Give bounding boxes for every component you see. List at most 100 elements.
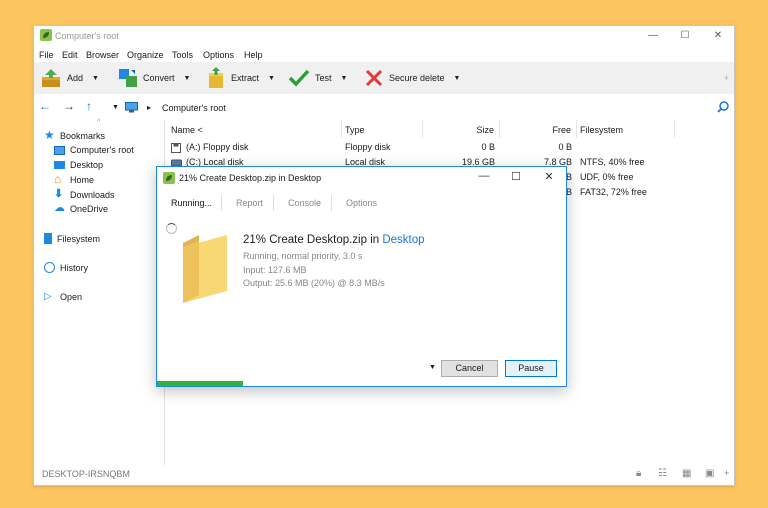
clock-icon xyxy=(44,262,55,273)
convert-dropdown-icon[interactable]: ▼ xyxy=(184,75,191,82)
column-header-name[interactable]: Name < xyxy=(171,120,342,138)
row-free: 0 B xyxy=(558,142,572,152)
tab-divider xyxy=(331,195,332,211)
column-header-filesystem[interactable]: Filesystem xyxy=(580,120,675,138)
history-dropdown-icon[interactable]: ▼ xyxy=(112,104,119,111)
forward-arrow-icon[interactable]: → xyxy=(63,99,75,113)
statusbar-more-icon[interactable]: + xyxy=(724,468,729,478)
row-filesystem: NTFS, 40% free xyxy=(580,157,645,167)
title-bar[interactable]: Computer's root — ☐ ✕ xyxy=(34,26,734,46)
add-button[interactable]: Add ▼ xyxy=(40,66,99,90)
menu-file[interactable]: File xyxy=(39,50,54,60)
sidebar-open[interactable]: ▷ Open xyxy=(44,291,82,302)
operation-input: Input: 127.6 MB xyxy=(243,265,307,275)
status-bar: DESKTOP-IRSNQBM 🔒︎ ☷ ▦ ▣ + xyxy=(34,463,734,485)
add-dropdown-icon[interactable]: ▼ xyxy=(92,75,99,82)
tab-report[interactable]: Report xyxy=(236,198,263,208)
convert-button[interactable]: Convert ▼ xyxy=(118,66,190,90)
table-row[interactable]: (A:) Floppy disk Floppy disk 0 B 0 B xyxy=(165,140,736,155)
progress-bar xyxy=(157,381,243,386)
list-view-icon[interactable]: ▦ xyxy=(682,468,691,479)
column-header-size[interactable]: Size xyxy=(423,120,500,138)
add-archive-icon xyxy=(42,69,60,87)
sidebar-item-desktop[interactable]: Desktop xyxy=(54,160,103,170)
busy-spinner-icon xyxy=(166,223,177,234)
download-icon: ⬇ xyxy=(54,188,64,200)
floppy-disk-icon xyxy=(171,143,181,153)
collapse-chevron-icon[interactable]: ^ xyxy=(97,119,100,126)
test-dropdown-icon[interactable]: ▼ xyxy=(341,75,348,82)
toolbar-more-icon[interactable]: + xyxy=(724,73,729,83)
destination-link[interactable]: Desktop xyxy=(382,234,424,246)
sidebar-item-onedrive[interactable]: ☁ OneDrive xyxy=(54,203,108,214)
sidebar-filesystem[interactable]: Filesystem xyxy=(44,233,100,244)
column-header-type[interactable]: Type xyxy=(345,120,423,138)
menu-options[interactable]: Options xyxy=(203,50,234,60)
sidebar-history[interactable]: History xyxy=(44,262,88,273)
cancel-button[interactable]: Cancel xyxy=(441,360,498,377)
dialog-minimize-icon[interactable]: — xyxy=(477,170,491,182)
extract-dropdown-icon[interactable]: ▼ xyxy=(268,75,275,82)
delete-x-icon xyxy=(365,69,383,87)
search-icon[interactable] xyxy=(717,101,729,113)
secure-delete-dropdown-icon[interactable]: ▼ xyxy=(454,75,461,82)
dialog-options-dropdown-icon[interactable]: ▼ xyxy=(429,364,436,371)
menu-edit[interactable]: Edit xyxy=(62,50,78,60)
sidebar-item-home[interactable]: ⌂ Home xyxy=(54,173,94,185)
sidebar-item-downloads[interactable]: ⬇ Downloads xyxy=(54,189,115,200)
up-arrow-icon[interactable]: ↑ xyxy=(86,99,92,113)
menu-tools[interactable]: Tools xyxy=(172,50,193,60)
path-chevron-icon[interactable]: ▸ xyxy=(147,103,151,112)
operation-status: Running, normal priority, 3.0 s xyxy=(243,251,363,261)
sidebar-item-computers-root[interactable]: Computer's root xyxy=(54,145,134,155)
menu-organize[interactable]: Organize xyxy=(127,50,164,60)
tab-console[interactable]: Console xyxy=(288,198,321,208)
operation-output: Output: 25.6 MB (20%) @ 8.3 MB/s xyxy=(243,278,385,288)
column-header-free[interactable]: Free xyxy=(500,120,577,138)
folder-icon xyxy=(183,235,227,303)
lock-icon[interactable]: 🔒︎ xyxy=(636,468,641,479)
desktop-icon xyxy=(54,161,65,169)
tab-divider xyxy=(273,195,274,211)
toolbar: Add ▼ Convert ▼ Extract ▼ Test ▼ Secure … xyxy=(34,62,734,94)
extract-button[interactable]: Extract ▼ xyxy=(206,66,275,90)
test-button[interactable]: Test ▼ xyxy=(288,66,347,90)
pause-button[interactable]: Pause xyxy=(505,360,557,377)
address-path[interactable]: Computer's root xyxy=(162,103,226,113)
tab-options[interactable]: Options xyxy=(346,198,377,208)
maximize-icon[interactable]: ☐ xyxy=(678,30,692,41)
computer-icon xyxy=(125,102,138,113)
row-name: (A:) Floppy disk xyxy=(186,142,249,152)
menu-bar: File Edit Browser Organize Tools Options… xyxy=(34,46,734,62)
minimize-icon[interactable]: — xyxy=(646,30,660,41)
convert-icon xyxy=(119,69,137,87)
menu-browser[interactable]: Browser xyxy=(86,50,119,60)
peazip-leaf-icon xyxy=(163,172,175,184)
play-triangle-icon: ▷ xyxy=(44,291,52,302)
address-bar: ← → ↑ ▼ ▸ Computer's root xyxy=(34,96,734,118)
menu-help[interactable]: Help xyxy=(244,50,263,60)
dialog-close-icon[interactable]: ✕ xyxy=(542,170,556,183)
details-view-icon[interactable]: ☷ xyxy=(658,468,667,479)
star-icon: ★ xyxy=(44,128,55,142)
dialog-tabs: Running... Report Console Options xyxy=(157,195,566,213)
progress-dialog: 21% Create Desktop.zip in Desktop — ☐ ✕ … xyxy=(156,166,567,387)
close-icon[interactable]: ✕ xyxy=(711,30,725,41)
row-filesystem: FAT32, 72% free xyxy=(580,187,647,197)
back-arrow-icon[interactable]: ← xyxy=(39,99,51,113)
checkmark-icon xyxy=(288,69,310,87)
window-title: Computer's root xyxy=(55,31,119,41)
row-type: Floppy disk xyxy=(345,142,391,152)
operation-title: 21% Create Desktop.zip in Desktop xyxy=(243,234,425,246)
sidebar-bookmarks[interactable]: ★ Bookmarks xyxy=(44,128,105,142)
row-filesystem: UDF, 0% free xyxy=(580,172,634,182)
secure-delete-button[interactable]: Secure delete ▼ xyxy=(364,66,460,90)
computer-name: DESKTOP-IRSNQBM xyxy=(42,469,130,479)
tab-running[interactable]: Running... xyxy=(171,198,212,208)
dialog-title: 21% Create Desktop.zip in Desktop xyxy=(179,173,322,183)
computer-icon xyxy=(54,145,65,155)
extract-icon xyxy=(209,67,223,88)
dialog-maximize-icon[interactable]: ☐ xyxy=(509,170,523,183)
thumbnail-view-icon[interactable]: ▣ xyxy=(705,468,714,479)
sidebar: ^ ★ Bookmarks Computer's root Desktop ⌂ … xyxy=(34,119,165,465)
